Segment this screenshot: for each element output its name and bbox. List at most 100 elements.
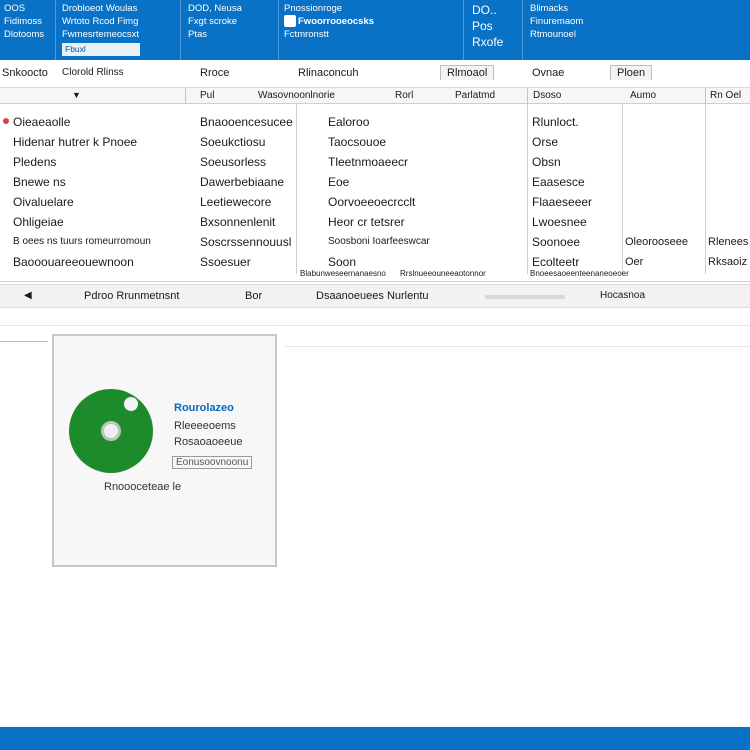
ribbon-item[interactable]: Fwoorrooeocsks bbox=[284, 15, 444, 28]
sub-header-cell[interactable]: Parlatmd bbox=[455, 90, 495, 101]
ribbon-item[interactable]: Rxofe bbox=[472, 34, 522, 50]
status-text: Pdroo Rrunmetnsnt bbox=[84, 290, 180, 302]
sub-header-cell[interactable]: Wasovnoonlnorie bbox=[258, 90, 335, 101]
ribbon-item[interactable]: DO.. bbox=[472, 2, 522, 18]
card-title[interactable]: Rourolazeo bbox=[174, 402, 234, 414]
column-header[interactable]: Rroce bbox=[200, 67, 229, 79]
grid-cell[interactable] bbox=[708, 152, 750, 172]
grid-cell[interactable] bbox=[625, 132, 703, 152]
ribbon-item[interactable]: Pos bbox=[472, 18, 522, 34]
column-header[interactable]: Rlmoaol bbox=[440, 65, 495, 80]
grid-cell[interactable]: Eaasesce bbox=[532, 172, 620, 192]
ribbon-item[interactable]: Fctmronstt bbox=[284, 28, 444, 41]
column-header[interactable]: Ovnae bbox=[532, 67, 564, 79]
ribbon-separator bbox=[180, 0, 181, 60]
status-text: Bor bbox=[245, 290, 263, 302]
grid-cell[interactable] bbox=[625, 172, 703, 192]
tool-icon bbox=[284, 15, 296, 28]
disc-hole bbox=[101, 421, 121, 441]
ribbon-item[interactable]: Wrtoto Rcod Fimg bbox=[62, 15, 174, 28]
grid-cell[interactable]: Ohligeiae bbox=[13, 212, 193, 232]
grid-cell[interactable] bbox=[625, 192, 703, 212]
grid-cell[interactable]: Ealoroo bbox=[328, 112, 524, 132]
sub-header-cell[interactable]: Pul bbox=[200, 90, 214, 101]
grid-cell[interactable]: Taocsouoe bbox=[328, 132, 524, 152]
ribbon-item[interactable]: Fwmesrtemeocsxt bbox=[62, 28, 174, 41]
grid-cell[interactable] bbox=[625, 112, 703, 132]
grid-cell[interactable]: Bxsonnenlenit bbox=[200, 212, 300, 232]
grid-cell[interactable]: Obsn bbox=[532, 152, 620, 172]
grid-cell[interactable]: B oees ns tuurs romeurromoun bbox=[13, 232, 193, 252]
column-header[interactable]: Ploen bbox=[610, 65, 653, 80]
grid-cell[interactable]: Soscrssennouusl bbox=[200, 232, 300, 252]
grid-cell[interactable]: Soeukctiosu bbox=[200, 132, 300, 152]
column-header[interactable]: Rlinaconcuh bbox=[298, 67, 359, 79]
grid-cell[interactable]: Rlenees bbox=[708, 232, 750, 252]
column-divider bbox=[527, 88, 528, 104]
footer-cell: Rrslnueeouneeaotonnor bbox=[400, 269, 486, 278]
ribbon-group-tools: Pnossionroge Fwoorrooeocsks Fctmronstt bbox=[284, 2, 444, 41]
grid-cell[interactable] bbox=[708, 212, 750, 232]
grid-cell[interactable]: Oivaluelare bbox=[13, 192, 193, 212]
ribbon-item[interactable]: Dlotooms bbox=[4, 28, 48, 41]
ribbon-item[interactable]: Fidimoss bbox=[4, 15, 48, 28]
grid-column: Oleorooseee Oer bbox=[625, 112, 703, 272]
grid-cell[interactable]: Eoe bbox=[328, 172, 524, 192]
grid-cell[interactable]: Lwoesnee bbox=[532, 212, 620, 232]
ribbon-item[interactable]: Ptas bbox=[188, 28, 272, 41]
grid-cell[interactable]: Soeusorless bbox=[200, 152, 300, 172]
grid-cell[interactable]: Orse bbox=[532, 132, 620, 152]
grid-cell[interactable]: Heor cr tetsrer bbox=[328, 212, 524, 232]
ribbon-item[interactable]: DOD, Neusa bbox=[188, 2, 272, 15]
sheet-nav-icon[interactable]: ◀ bbox=[24, 290, 32, 301]
grid-cell[interactable]: Soosboni Ioarfeeswcar bbox=[328, 232, 524, 252]
ribbon-group-format: Drobloeot Woulas Wrtoto Rcod Fimg Fwmesr… bbox=[62, 2, 174, 56]
ribbon-item[interactable]: OOS bbox=[4, 2, 48, 15]
ribbon-item[interactable]: Fxgt scroke bbox=[188, 15, 272, 28]
sub-header-cell[interactable]: Rn Oel bbox=[710, 90, 741, 101]
ribbon-item[interactable]: Blimacks bbox=[530, 2, 630, 15]
grid-cell[interactable] bbox=[708, 132, 750, 152]
grid-cell[interactable]: Hidenar hutrer k Pnoee bbox=[13, 132, 193, 152]
grid-cell[interactable]: Flaaeseeer bbox=[532, 192, 620, 212]
grid-cell[interactable]: Oorvoeeoecrcclt bbox=[328, 192, 524, 212]
ribbon-group-data: DO.. Pos Rxofe bbox=[472, 2, 522, 50]
grid-cell[interactable]: Leetiewecore bbox=[200, 192, 300, 212]
grid-cell[interactable] bbox=[708, 192, 750, 212]
media-card[interactable]: Rourolazeo Rleeeeoems Rosaoaoeeue Eonuso… bbox=[52, 334, 277, 567]
grid-cell[interactable]: Tleetnmoaeecr bbox=[328, 152, 524, 172]
ribbon-item[interactable]: Drobloeot Woulas bbox=[62, 2, 174, 15]
sub-header-cell[interactable]: Rorl bbox=[395, 90, 413, 101]
grid-cell[interactable] bbox=[708, 112, 750, 132]
ribbon-font-input[interactable]: Fbuxl bbox=[62, 43, 140, 56]
grid-cell[interactable]: Pledens bbox=[13, 152, 193, 172]
grid-cell[interactable]: Bnewe ns bbox=[13, 172, 193, 192]
grid-cell[interactable]: Soonoee bbox=[532, 232, 620, 252]
ribbon-group-view: DOD, Neusa Fxgt scroke Ptas bbox=[188, 2, 272, 41]
footer-cell: Bnoeesaoeenteenaneoeoer bbox=[530, 269, 629, 278]
progress-bar bbox=[485, 295, 565, 299]
ribbon-item[interactable]: Rtmounoel bbox=[530, 28, 630, 41]
ribbon-separator bbox=[522, 0, 523, 60]
grid-cell[interactable]: Oleorooseee bbox=[625, 232, 703, 252]
ribbon-item[interactable]: Pnossionroge bbox=[284, 2, 444, 15]
dropdown-caret-icon[interactable]: ▼ bbox=[72, 90, 81, 100]
sub-header-cell[interactable]: Aumo bbox=[630, 90, 656, 101]
grid-cell[interactable] bbox=[708, 172, 750, 192]
grid-footer: Blabunweseernanaesno Rrslnueeouneeaotonn… bbox=[0, 268, 750, 282]
sub-header-cell[interactable]: Dsoso bbox=[533, 90, 561, 101]
name-box[interactable]: Snkoocto bbox=[2, 67, 48, 79]
grid-cell[interactable] bbox=[625, 152, 703, 172]
pane-rule bbox=[0, 341, 48, 342]
data-grid: Oieaeaolle Hidenar hutrer k Pnoee Pleden… bbox=[0, 104, 750, 274]
grid-column: Rlenees Rksaoiz bbox=[708, 112, 750, 272]
ribbon-separator bbox=[278, 0, 279, 60]
card-link[interactable]: Eonusoovnoonu bbox=[172, 456, 253, 469]
grid-cell[interactable]: Bnaooencesucee bbox=[200, 112, 300, 132]
grid-cell[interactable]: Dawerbebiaane bbox=[200, 172, 300, 192]
grid-cell[interactable]: Rlunloct. bbox=[532, 112, 620, 132]
grid-cell[interactable]: Oieaeaolle bbox=[13, 112, 193, 132]
grid-cell[interactable] bbox=[625, 212, 703, 232]
formula-label[interactable]: Clorold Rlinss bbox=[62, 67, 124, 78]
ribbon-item[interactable]: Finuremaom bbox=[530, 15, 630, 28]
